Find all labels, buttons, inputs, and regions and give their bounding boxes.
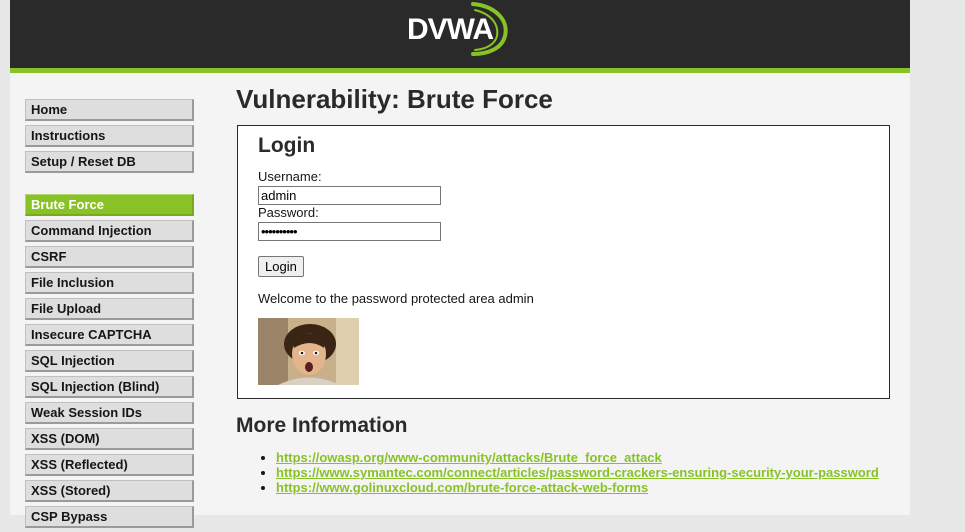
- menu-item-xss-stored[interactable]: XSS (Stored): [25, 480, 194, 502]
- page-container: DVWA Home Instructions Setup / Reset DB Br…: [10, 0, 910, 528]
- reference-link[interactable]: https://owasp.org/www-community/attacks/…: [276, 450, 662, 465]
- vulnerability-box: Login Username: Password: Login Welcome …: [237, 125, 890, 399]
- menu-item-sql-injection[interactable]: SQL Injection: [25, 350, 194, 372]
- menu-item-brute-force[interactable]: Brute Force: [25, 194, 194, 216]
- reference-link[interactable]: https://www.golinuxcloud.com/brute-force…: [276, 480, 648, 495]
- more-information-links: https://owasp.org/www-community/attacks/…: [256, 450, 879, 495]
- password-input[interactable]: [258, 222, 441, 241]
- username-label: Username:: [258, 169, 322, 184]
- header-accent-stripe: [10, 68, 910, 73]
- page-title: Vulnerability: Brute Force: [236, 84, 553, 114]
- user-avatar-photo: [258, 318, 359, 385]
- menu-item-home[interactable]: Home: [25, 99, 194, 121]
- menu-item-xss-dom[interactable]: XSS (DOM): [25, 428, 194, 450]
- menu-item-file-inclusion[interactable]: File Inclusion: [25, 272, 194, 294]
- reference-link[interactable]: https://www.symantec.com/connect/article…: [276, 465, 879, 480]
- menu-item-xss-reflected[interactable]: XSS (Reflected): [25, 454, 194, 476]
- menu-item-csrf[interactable]: CSRF: [25, 246, 194, 268]
- list-item: https://www.symantec.com/connect/article…: [276, 465, 879, 480]
- main-menu-vulnerabilities: Brute Force Command Injection CSRF File Inc…: [25, 194, 194, 532]
- main-menu-top: Home Instructions Setup / Reset DB: [25, 99, 194, 177]
- password-label: Password:: [258, 205, 319, 220]
- login-button[interactable]: Login: [258, 256, 304, 277]
- menu-item-weak-session-ids[interactable]: Weak Session IDs: [25, 402, 194, 424]
- menu-item-csp-bypass[interactable]: CSP Bypass: [25, 506, 194, 528]
- page-margin: [910, 0, 965, 515]
- login-heading: Login: [258, 134, 316, 157]
- header-bar: DVWA: [10, 0, 910, 68]
- list-item: https://www.golinuxcloud.com/brute-force…: [276, 480, 879, 495]
- username-input[interactable]: [258, 186, 441, 205]
- menu-item-instructions[interactable]: Instructions: [25, 125, 194, 147]
- list-item: https://owasp.org/www-community/attacks/…: [276, 450, 879, 465]
- menu-item-command-injection[interactable]: Command Injection: [25, 220, 194, 242]
- welcome-message: Welcome to the password protected area a…: [258, 291, 534, 306]
- menu-item-insecure-captcha[interactable]: Insecure CAPTCHA: [25, 324, 194, 346]
- dvwa-logo[interactable]: DVWA: [403, 0, 519, 60]
- menu-item-setup-reset-db[interactable]: Setup / Reset DB: [25, 151, 194, 173]
- logo-text: DVWA: [407, 13, 493, 46]
- menu-item-file-upload[interactable]: File Upload: [25, 298, 194, 320]
- menu-item-sql-injection-blind[interactable]: SQL Injection (Blind): [25, 376, 194, 398]
- more-information-heading: More Information: [236, 414, 408, 437]
